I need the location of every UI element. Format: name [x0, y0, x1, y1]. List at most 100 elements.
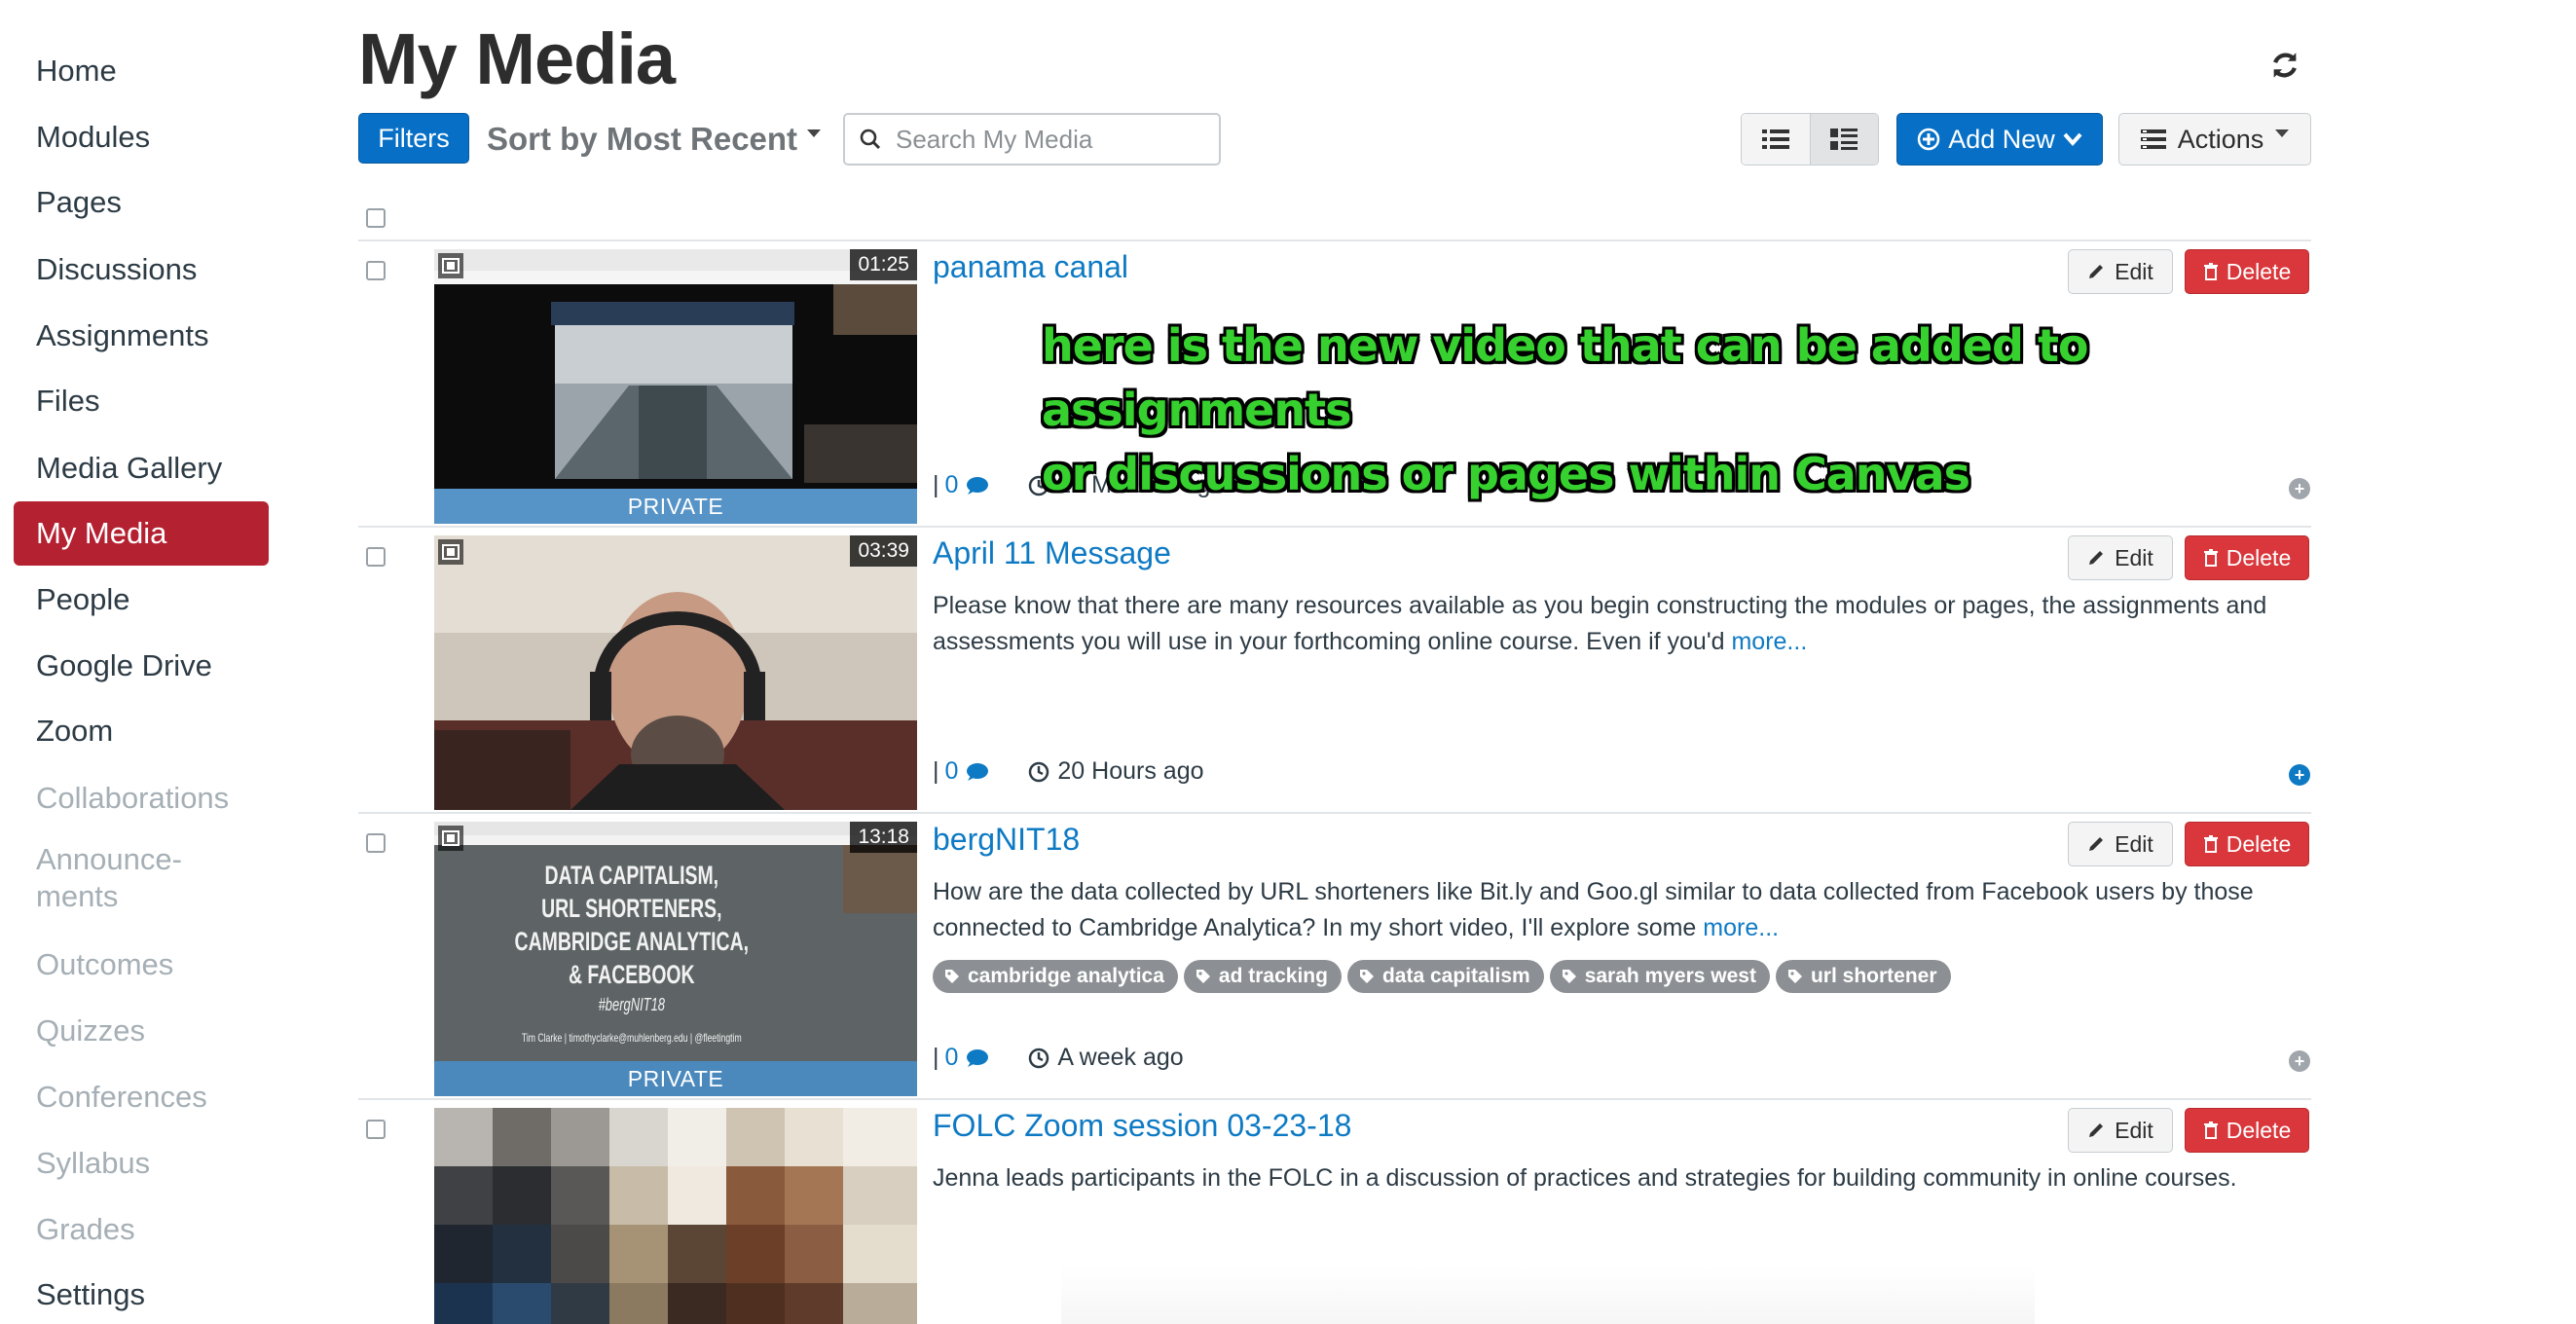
media-thumbnail[interactable]: 03:39 — [434, 535, 917, 810]
tag-list: cambridge analytica ad tracking data cap… — [933, 960, 1951, 993]
row-checkbox[interactable] — [366, 547, 386, 567]
nav-files[interactable]: Files — [14, 369, 269, 433]
edit-button[interactable]: Edit — [2068, 249, 2173, 294]
nav-zoom[interactable]: Zoom — [14, 699, 269, 763]
edit-label: Edit — [2115, 830, 2153, 857]
media-thumbnail[interactable]: 01:25 PRIVATE — [434, 249, 917, 524]
nav-quizzes[interactable]: Quizzes — [14, 999, 269, 1063]
description-text: How are the data collected by URL shorte… — [933, 878, 2254, 941]
tag-pill[interactable]: sarah myers west — [1549, 960, 1770, 993]
comment-count: 0 — [944, 757, 959, 785]
row-checkbox[interactable] — [366, 833, 386, 853]
clock-icon — [1029, 1048, 1049, 1068]
search-input[interactable] — [896, 124, 1168, 155]
row-checkbox[interactable] — [366, 1120, 386, 1139]
video-icon — [438, 539, 463, 565]
tag-label: cambridge analytica — [968, 965, 1164, 987]
edit-button[interactable]: Edit — [2068, 822, 2173, 866]
nav-grades[interactable]: Grades — [14, 1197, 269, 1262]
media-title[interactable]: April 11 Message — [933, 535, 1171, 571]
slide-line: & FACEBOOK — [568, 960, 695, 989]
tag-icon — [1196, 970, 1210, 983]
more-link[interactable]: more... — [1731, 628, 1807, 655]
delete-button[interactable]: Delete — [2185, 822, 2309, 866]
sort-dropdown[interactable]: Sort by Most Recent — [487, 115, 822, 164]
slide-line: URL SHORTENERS, — [541, 894, 722, 923]
thumbnail-slide-text: DATA CAPITALISM, URL SHORTENERS, CAMBRID… — [463, 859, 800, 1057]
tag-pill[interactable]: url shortener — [1775, 960, 1951, 993]
separator: | — [933, 471, 939, 498]
media-description: Please know that there are many resource… — [933, 588, 2296, 660]
nav-announcements[interactable]: Announce- ments — [14, 835, 269, 917]
search-icon — [845, 115, 896, 164]
separator: | — [933, 757, 939, 785]
annotation-line: or discussions or pages within Canvas — [1042, 448, 1970, 500]
tag-pill[interactable]: data capitalism — [1346, 960, 1544, 993]
comment-icon — [967, 762, 989, 781]
slide-line: CAMBRIDGE ANALYTICA, — [514, 927, 750, 956]
video-icon — [438, 826, 463, 851]
actions-button[interactable]: Actions — [2118, 113, 2311, 166]
nav-modules[interactable]: Modules — [14, 105, 269, 169]
nav-syllabus[interactable]: Syllabus — [14, 1131, 269, 1195]
expand-plus-icon[interactable]: + — [2289, 1050, 2310, 1072]
delete-button[interactable]: Delete — [2185, 1108, 2309, 1153]
slide-line: DATA CAPITALISM, — [544, 861, 719, 890]
list-view-button[interactable] — [1742, 114, 1810, 165]
tag-label: data capitalism — [1381, 965, 1530, 987]
comment-icon — [967, 476, 989, 495]
tag-icon — [1359, 970, 1374, 983]
pencil-icon — [2089, 1123, 2104, 1137]
thumbnail-image — [434, 249, 917, 524]
nav-outcomes[interactable]: Outcomes — [14, 933, 269, 997]
tag-label: ad tracking — [1218, 965, 1328, 987]
annotation-callout: here is the new video that can be added … — [1042, 313, 2307, 506]
nav-settings[interactable]: Settings — [14, 1263, 269, 1324]
list-view-icon — [1761, 129, 1789, 149]
comments-link[interactable]: | 0 — [933, 757, 989, 786]
comment-count: 0 — [944, 471, 959, 498]
expand-plus-icon[interactable]: + — [2289, 764, 2310, 786]
delete-button[interactable]: Delete — [2185, 535, 2309, 580]
nav-home[interactable]: Home — [14, 39, 269, 103]
actions-list-icon — [2140, 129, 2166, 149]
delete-button[interactable]: Delete — [2185, 249, 2309, 294]
sort-label: Sort by Most Recent — [487, 121, 798, 157]
nav-people[interactable]: People — [14, 568, 269, 632]
detailed-view-button[interactable] — [1809, 114, 1878, 165]
nav-pages[interactable]: Pages — [14, 170, 269, 235]
media-title[interactable]: bergNIT18 — [933, 822, 1080, 858]
plus-circle-icon — [1917, 128, 1940, 151]
nav-discussions[interactable]: Discussions — [14, 238, 269, 302]
media-title[interactable]: FOLC Zoom session 03-23-18 — [933, 1108, 1351, 1144]
add-new-button[interactable]: Add New — [1896, 113, 2103, 166]
tag-pill[interactable]: ad tracking — [1183, 960, 1342, 993]
media-thumbnail[interactable]: DATA CAPITALISM, URL SHORTENERS, CAMBRID… — [434, 822, 917, 1096]
search-box — [843, 113, 1221, 166]
media-thumbnail[interactable] — [434, 1108, 917, 1324]
select-all-checkbox[interactable] — [366, 208, 386, 228]
more-link[interactable]: more... — [1703, 914, 1779, 941]
tag-pill[interactable]: cambridge analytica — [933, 960, 1178, 993]
nav-media-gallery[interactable]: Media Gallery — [14, 436, 269, 500]
filters-button[interactable]: Filters — [358, 113, 469, 164]
refresh-icon[interactable] — [2268, 49, 2301, 82]
nav-conferences[interactable]: Conferences — [14, 1065, 269, 1129]
edit-button[interactable]: Edit — [2068, 1108, 2173, 1153]
tag-icon — [1562, 970, 1576, 983]
comment-count: 0 — [944, 1044, 959, 1071]
edit-button[interactable]: Edit — [2068, 535, 2173, 580]
row-checkbox[interactable] — [366, 261, 386, 280]
delete-label: Delete — [2226, 258, 2292, 284]
comments-link[interactable]: | 0 — [933, 471, 989, 499]
duration-badge: 03:39 — [850, 535, 917, 567]
media-title[interactable]: panama canal — [933, 249, 1128, 285]
comments-link[interactable]: | 0 — [933, 1044, 989, 1072]
nav-assignments[interactable]: Assignments — [14, 304, 269, 368]
trash-icon — [2203, 263, 2218, 280]
tag-label: url shortener — [1810, 965, 1937, 987]
delete-label: Delete — [2226, 830, 2292, 857]
nav-google-drive[interactable]: Google Drive — [14, 634, 269, 698]
nav-my-media[interactable]: My Media — [14, 501, 269, 566]
nav-collaborations[interactable]: Collaborations — [14, 766, 269, 830]
